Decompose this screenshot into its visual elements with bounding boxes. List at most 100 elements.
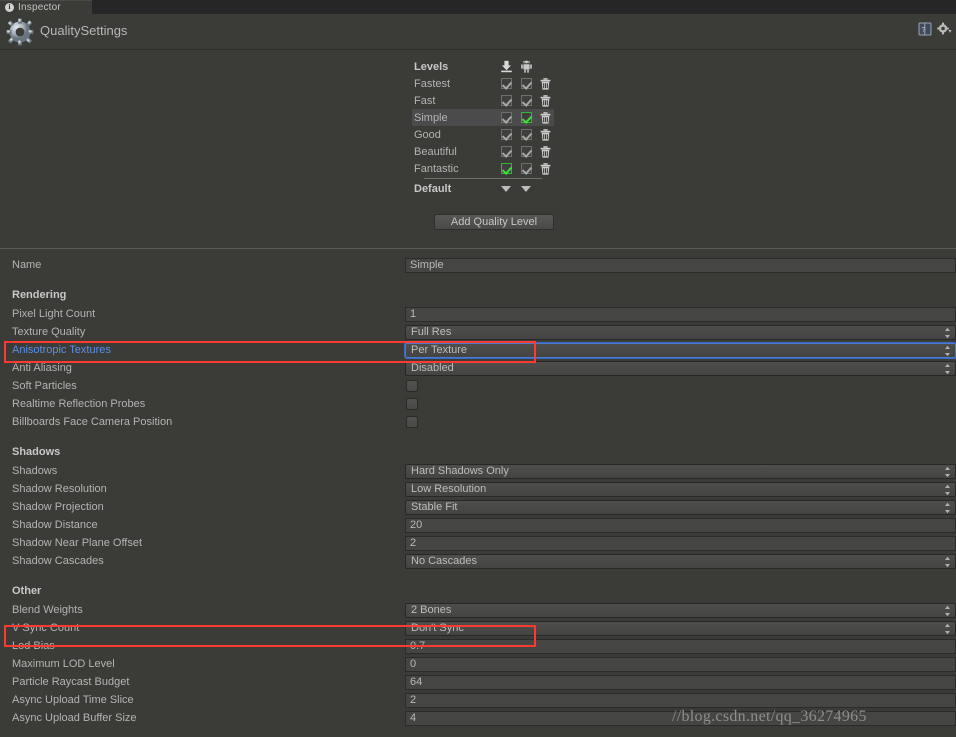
name-input[interactable]: Simple bbox=[405, 258, 956, 273]
property-row: V Sync Count Don't Sync bbox=[0, 620, 956, 638]
property-row: Texture Quality Full Res bbox=[0, 324, 956, 342]
v-sync-count-dropdown[interactable]: Don't Sync bbox=[405, 621, 956, 636]
property-label: Shadow Distance bbox=[12, 519, 98, 531]
checkbox-glyph bbox=[520, 78, 532, 89]
shadow-projection-dropdown[interactable]: Stable Fit bbox=[405, 500, 956, 515]
standalone-checkbox[interactable] bbox=[496, 146, 516, 157]
delete-level-button[interactable] bbox=[536, 94, 554, 107]
chevron-down-icon bbox=[521, 185, 531, 192]
page-title: QualitySettings bbox=[40, 23, 128, 38]
quality-level-row[interactable]: Beautiful bbox=[412, 143, 554, 160]
checkbox-glyph bbox=[520, 146, 532, 157]
checkbox-glyph bbox=[500, 163, 512, 174]
delete-level-button[interactable] bbox=[536, 111, 554, 124]
section-header-shadows: Shadows bbox=[12, 446, 61, 458]
billboards-face-camera-position-checkbox[interactable] bbox=[406, 416, 418, 428]
shadows-dropdown[interactable]: Hard Shadows Only bbox=[405, 464, 956, 479]
quality-level-row[interactable]: Fastest bbox=[412, 75, 554, 92]
shadow-near-plane-offset-input[interactable]: 2 bbox=[405, 536, 956, 551]
property-row: Maximum LOD Level 0 bbox=[0, 656, 956, 674]
levels-default-row: Default bbox=[412, 180, 554, 197]
android-checkbox[interactable] bbox=[516, 146, 536, 157]
add-quality-level-button[interactable]: Add Quality Level bbox=[434, 214, 554, 230]
particle-raycast-budget-input[interactable]: 64 bbox=[405, 675, 956, 690]
checkbox-glyph bbox=[520, 129, 532, 140]
checkbox-glyph bbox=[500, 78, 512, 89]
gear-dropdown-icon[interactable] bbox=[937, 22, 952, 36]
watermark-text: //blog.csdn.net/qq_36274965 bbox=[672, 708, 867, 725]
anti-aliasing-dropdown[interactable]: Disabled bbox=[405, 361, 956, 376]
checkbox-glyph bbox=[500, 112, 512, 123]
soft-particles-checkbox[interactable] bbox=[406, 380, 418, 392]
android-checkbox[interactable] bbox=[516, 95, 536, 106]
section-header-other: Other bbox=[12, 585, 42, 597]
dropdown-value: Stable Fit bbox=[411, 501, 458, 513]
quality-level-row[interactable]: Fast bbox=[412, 92, 554, 109]
android-checkbox[interactable] bbox=[516, 129, 536, 140]
delete-level-button[interactable] bbox=[536, 77, 554, 90]
property-row: Billboards Face Camera Position bbox=[0, 414, 956, 432]
property-label: Name bbox=[12, 259, 42, 271]
android-checkbox[interactable] bbox=[516, 163, 536, 174]
standalone-checkbox[interactable] bbox=[496, 95, 516, 106]
quality-level-row[interactable]: Fantastic bbox=[412, 160, 554, 177]
standalone-checkbox[interactable] bbox=[496, 78, 516, 89]
property-label: Particle Raycast Budget bbox=[12, 676, 130, 688]
levels-row-list: Fastest Fast Simple Good Beautiful Fanta… bbox=[412, 75, 554, 177]
quality-levels-table: Levels Fastest Fast Simple Good Beautifu… bbox=[412, 58, 554, 197]
shadow-distance-input[interactable]: 20 bbox=[405, 518, 956, 533]
checkbox-glyph bbox=[500, 146, 512, 157]
property-label: Texture Quality bbox=[12, 326, 86, 338]
shadow-cascades-dropdown[interactable]: No Cascades bbox=[405, 554, 956, 569]
property-row: Shadow Near Plane Offset 2 bbox=[0, 535, 956, 553]
shadow-resolution-dropdown[interactable]: Low Resolution bbox=[405, 482, 956, 497]
property-row: Blend Weights 2 Bones bbox=[0, 602, 956, 620]
checkbox-glyph bbox=[500, 129, 512, 140]
property-label: Pixel Light Count bbox=[12, 308, 96, 320]
property-row: Pixel Light Count 1 bbox=[0, 306, 956, 324]
delete-level-button[interactable] bbox=[536, 145, 554, 158]
default-standalone-dropdown[interactable] bbox=[496, 185, 516, 192]
anisotropic-textures-dropdown[interactable]: Per Texture bbox=[405, 343, 956, 358]
android-checkbox[interactable] bbox=[516, 78, 536, 89]
levels-divider bbox=[424, 178, 542, 179]
property-row: Particle Raycast Budget 64 bbox=[0, 674, 956, 692]
standalone-checkbox[interactable] bbox=[496, 129, 516, 140]
delete-level-button[interactable] bbox=[536, 162, 554, 175]
texture-quality-dropdown[interactable]: Full Res bbox=[405, 325, 956, 340]
quality-level-row[interactable]: Good bbox=[412, 126, 554, 143]
delete-level-button[interactable] bbox=[536, 128, 554, 141]
standalone-checkbox[interactable] bbox=[496, 112, 516, 123]
android-checkbox[interactable] bbox=[516, 112, 536, 123]
checkbox-glyph bbox=[520, 163, 532, 174]
property-row: Name Simple bbox=[0, 257, 956, 275]
maximum-lod-level-input[interactable]: 0 bbox=[405, 657, 956, 672]
help-book-icon[interactable]: ? bbox=[918, 22, 933, 36]
blend-weights-dropdown[interactable]: 2 Bones bbox=[405, 603, 956, 618]
levels-default-label: Default bbox=[414, 182, 452, 195]
dropdown-value: Per Texture bbox=[411, 344, 468, 356]
dropdown-value: Low Resolution bbox=[411, 483, 487, 495]
property-label: Shadows bbox=[12, 465, 58, 477]
standalone-checkbox[interactable] bbox=[496, 163, 516, 174]
quality-level-row[interactable]: Simple bbox=[412, 109, 554, 126]
standalone-download-icon bbox=[496, 60, 516, 73]
dropdown-value: No Cascades bbox=[411, 555, 478, 567]
dropdown-value: Don't Sync bbox=[411, 622, 464, 634]
android-robot-icon bbox=[516, 60, 536, 73]
property-row: Lod Bias 0.7 bbox=[0, 638, 956, 656]
property-label: Realtime Reflection Probes bbox=[12, 398, 146, 410]
quality-level-name: Fastest bbox=[414, 77, 451, 90]
chevron-down-icon bbox=[501, 185, 511, 192]
lod-bias-input[interactable]: 0.7 bbox=[405, 639, 956, 654]
realtime-reflection-probes-checkbox[interactable] bbox=[406, 398, 418, 410]
quality-settings-gear-icon bbox=[6, 18, 34, 46]
property-label: Async Upload Time Slice bbox=[12, 694, 134, 706]
property-row: Anti Aliasing Disabled bbox=[0, 360, 956, 378]
top-divider bbox=[0, 248, 956, 249]
tab-inspector[interactable]: i Inspector bbox=[0, 0, 92, 14]
default-android-dropdown[interactable] bbox=[516, 185, 536, 192]
property-label: Maximum LOD Level bbox=[12, 658, 115, 670]
pixel-light-count-input[interactable]: 1 bbox=[405, 307, 956, 322]
async-upload-time-slice-input[interactable]: 2 bbox=[405, 693, 956, 708]
